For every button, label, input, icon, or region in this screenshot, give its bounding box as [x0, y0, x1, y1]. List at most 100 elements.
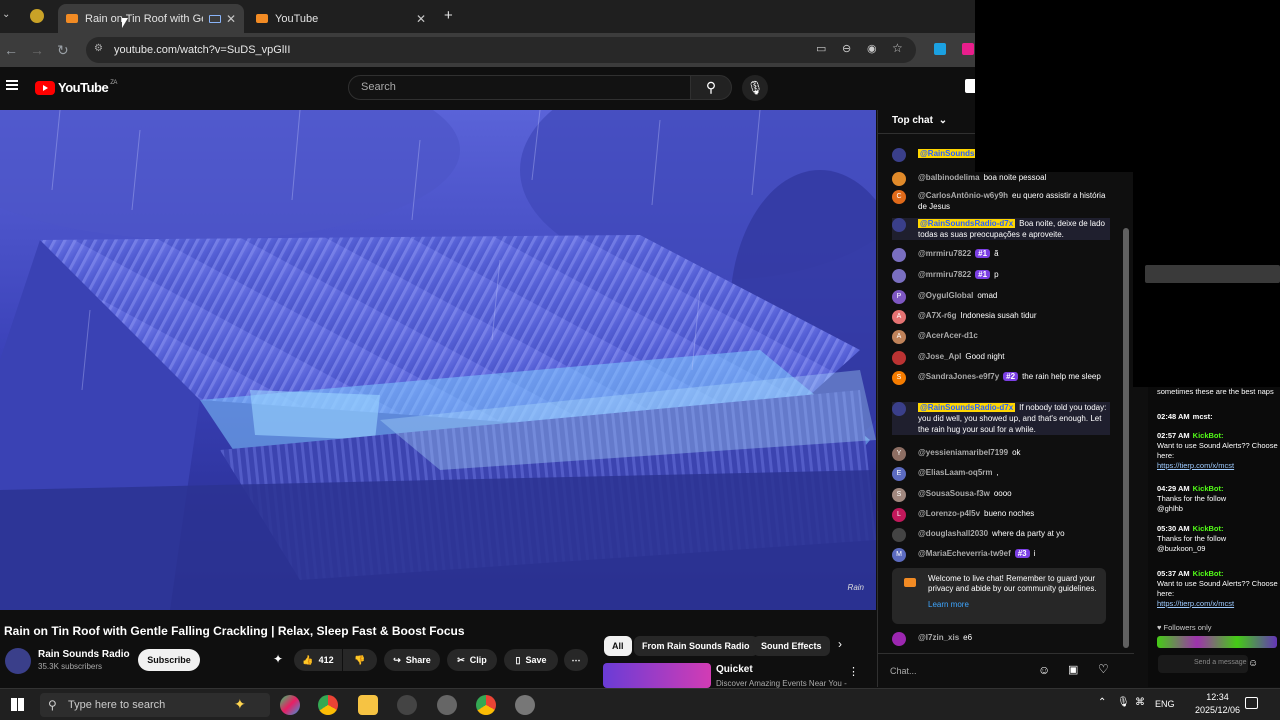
chat-message[interactable]: @l7zin_xis e6	[892, 632, 1110, 646]
jump-icon[interactable]: ✦	[273, 652, 283, 666]
heart-icon[interactable]: ♡	[1098, 662, 1109, 676]
video-player[interactable]: Rain	[0, 110, 876, 610]
tab-youtube[interactable]: YouTube ✕	[248, 4, 434, 33]
chat-message[interactable]: E @EliasLaam-oq5rm,	[892, 467, 1110, 481]
file-explorer-icon[interactable]	[358, 695, 378, 715]
chat-message[interactable]: A @AcerAcer-d1c	[892, 330, 1110, 344]
kick-chat-message[interactable]: 02:57 AM KickBot: Want to use Sound Alerts…	[1157, 431, 1279, 471]
search-input[interactable]: Search	[348, 75, 691, 100]
network-icon[interactable]: ⌘	[1135, 697, 1145, 708]
chip-all[interactable]: All	[604, 636, 632, 656]
chat-message[interactable]: C @CarlosAntônio-w6y9h eu quero assistir a…	[892, 190, 1110, 212]
menu-hamburger-icon[interactable]	[6, 80, 18, 90]
avatar: S	[892, 371, 906, 385]
search-highlight-icon[interactable]: ✦	[234, 696, 246, 713]
learn-more-link[interactable]: Learn more	[928, 600, 1098, 610]
save-button[interactable]: ▯ Save	[504, 649, 558, 671]
address-bar-row: ← → ↻ ⚙ youtube.com/watch?v=SuDS_vpGlII …	[0, 33, 975, 67]
language-indicator[interactable]: ENG	[1155, 699, 1175, 709]
kick-send-input[interactable]: Send a message	[1158, 655, 1248, 673]
new-tab-icon[interactable]: +	[444, 7, 453, 24]
chip-sound-effects[interactable]: Sound Effects	[753, 636, 830, 656]
chat-message[interactable]: M @MariaEcheverria-tw9ef #3 i	[892, 548, 1110, 562]
close-tab-icon[interactable]: ✕	[226, 12, 236, 26]
chat-message[interactable]: @douglashall2030 where da party at yo	[892, 528, 1110, 542]
more-actions-button[interactable]: ⋯	[564, 649, 588, 671]
reload-icon[interactable]: ↻	[57, 42, 69, 59]
share-button[interactable]: ↪ Share	[384, 649, 440, 671]
super-chat-icon[interactable]: ▣	[1068, 663, 1078, 676]
chat-author: @Lorenzo-p4l5v	[918, 509, 981, 518]
back-icon[interactable]: ←	[4, 42, 18, 58]
taskbar-clock[interactable]: 12:34 2025/12/06	[1195, 691, 1240, 717]
chrome-icon[interactable]	[318, 695, 338, 715]
forward-icon[interactable]: →	[30, 42, 44, 58]
subscribe-button[interactable]: Subscribe	[138, 649, 200, 671]
windows-start-icon[interactable]	[11, 698, 24, 711]
channel-name[interactable]: Rain Sounds Radio	[38, 649, 130, 660]
microphone-tray-icon[interactable]: 🎙	[1117, 697, 1130, 708]
avatar	[892, 172, 906, 186]
chat-message[interactable]: L @Lorenzo-p4l5v bueno noches	[892, 508, 1110, 522]
extension-icon[interactable]	[934, 43, 946, 55]
install-app-icon[interactable]: ▭	[816, 42, 826, 55]
zoom-icon[interactable]: ⊖	[842, 42, 851, 55]
message-time: 04:29 AM	[1157, 484, 1190, 493]
chat-message[interactable]: A @A7X-r6g Indonesia susah tidur	[892, 310, 1110, 324]
tracking-eye-icon[interactable]: ◉	[867, 42, 877, 55]
dislike-button[interactable]: 👎	[343, 649, 377, 671]
video-frame-rain-roof	[0, 110, 876, 610]
kick-chat-message[interactable]: 04:29 AM KickBot: Thanks for the follow @gh…	[1157, 484, 1279, 514]
chips-next-icon[interactable]: ›	[838, 637, 842, 651]
chat-message[interactable]: @mrmiru7822 #1 ã	[892, 248, 1110, 262]
voice-search-button[interactable]: 🎙	[742, 75, 768, 101]
chat-message[interactable]: @mrmiru7822 #1 p	[892, 269, 1110, 283]
kick-chat-message[interactable]: 05:30 AM KickBot: Thanks for the follow @bu…	[1157, 524, 1279, 554]
recommended-menu-icon[interactable]: ⋮	[848, 665, 859, 678]
search-button[interactable]: ⚲	[690, 75, 732, 100]
chat-message[interactable]: S @SandraJones-e9f7y #2 the rain help me sl…	[892, 371, 1110, 385]
message-link[interactable]: https://tierp.com/x/mcst	[1157, 599, 1279, 609]
recommended-title[interactable]: Quicket	[716, 664, 753, 675]
chat-message[interactable]: @RainSoundsRadio-d7x Boa noite, deixe de …	[892, 218, 1110, 240]
thumbs-up-icon: 👍	[302, 654, 314, 665]
chat-scrollbar[interactable]	[1123, 228, 1129, 648]
chat-message[interactable]: Y @yessieniamaribel7199 ok	[892, 447, 1110, 461]
chat-input[interactable]: Chat...	[890, 662, 1030, 680]
tray-chevron-icon[interactable]: ⌃	[1098, 697, 1106, 708]
kick-emote-icon[interactable]: ☺	[1248, 658, 1258, 669]
emoji-icon[interactable]: ☺	[1038, 663, 1050, 677]
app-icon-3[interactable]	[515, 695, 535, 715]
chat-message[interactable]: @balbinodelima boa noite pessoal	[892, 172, 1110, 186]
bookmark-star-icon[interactable]: ☆	[892, 41, 903, 55]
recommended-thumbnail[interactable]	[603, 663, 711, 688]
create-icon[interactable]	[965, 79, 975, 93]
site-info-icon[interactable]: ⚙	[94, 43, 103, 54]
chrome-profile-icon[interactable]	[476, 695, 496, 715]
chat-message[interactable]: @RainSoundsRadio-d7x If nobody told you t…	[892, 402, 1110, 435]
app-icon-2[interactable]	[437, 695, 457, 715]
chat-message[interactable]: P @OygulGlobal omad	[892, 290, 1110, 304]
message-link[interactable]: https://tierp.com/x/mcst	[1157, 461, 1279, 471]
like-button[interactable]: 👍 412	[294, 649, 342, 671]
youtube-logo[interactable]: YouTube ZA	[35, 80, 117, 95]
avatar: P	[892, 290, 906, 304]
chat-message[interactable]: S @SousaSousa-f3w oooo	[892, 488, 1110, 502]
close-tab-icon[interactable]: ✕	[416, 12, 426, 26]
tab-rain-on-tin-roof[interactable]: Rain on Tin Roof with Gentl ✕	[58, 4, 244, 33]
kick-chat-message[interactable]: 02:48 AM mcst:	[1157, 412, 1279, 422]
tab-list-chevron-icon[interactable]: ⌄	[2, 9, 10, 20]
chevron-down-icon: ⌄	[938, 115, 948, 126]
notification-icon[interactable]	[1245, 697, 1258, 709]
kick-chat-message[interactable]: 05:37 AM KickBot: Want to use Sound Alerts…	[1157, 569, 1279, 609]
clip-button[interactable]: ✂ Clip	[447, 649, 497, 671]
profile-icon[interactable]	[30, 9, 44, 23]
tab-audio-icon[interactable]	[209, 14, 221, 23]
url-omnibox[interactable]: ⚙ youtube.com/watch?v=SuDS_vpGlII ▭ ⊖ ◉ …	[86, 37, 916, 63]
chip-from-channel[interactable]: From Rain Sounds Radio	[634, 636, 758, 656]
copilot-icon[interactable]	[280, 695, 300, 715]
channel-avatar[interactable]	[5, 648, 31, 674]
app-icon[interactable]	[397, 695, 417, 715]
extension-icon-2[interactable]	[962, 43, 974, 55]
chat-message[interactable]: @Jose_Apl Good night	[892, 351, 1110, 365]
